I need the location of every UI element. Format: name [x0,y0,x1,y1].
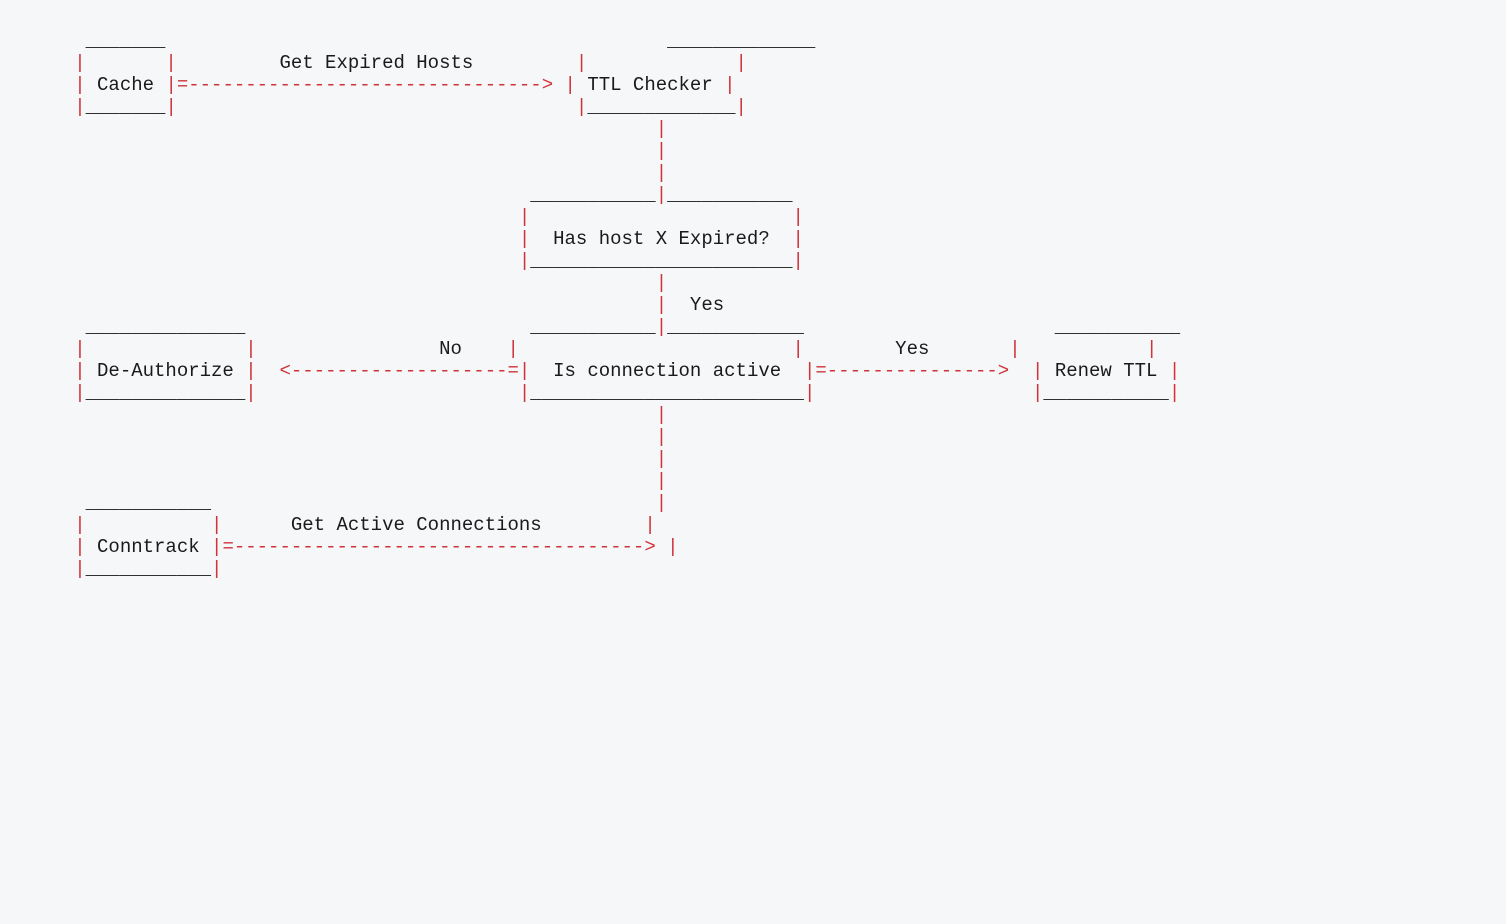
node-has-expired: Has host X Expired? [553,228,770,250]
edge-label-yes-1: Yes [690,294,724,316]
node-renew-ttl: Renew TTL [1055,360,1158,382]
edge-label-yes-2: Yes [895,338,929,360]
ascii-flow-diagram: _______ _____________ | | Get Expired Ho… [0,0,1506,610]
node-cache: Cache [97,74,154,96]
edge-label-get-expired: Get Expired Hosts [279,52,473,74]
node-conntrack: Conntrack [97,536,200,558]
node-is-active: Is connection active [553,360,781,382]
node-ttl-checker: TTL Checker [587,74,712,96]
edge-label-no: No [439,338,462,360]
node-deauthorize: De-Authorize [97,360,234,382]
edge-label-get-active: Get Active Connections [291,514,542,536]
